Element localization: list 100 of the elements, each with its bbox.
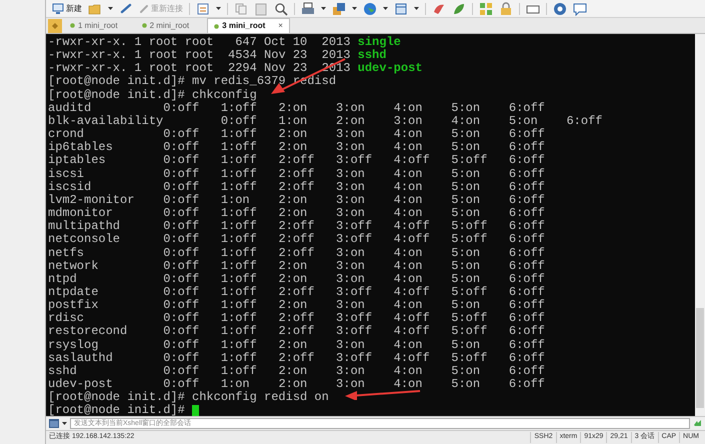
shell-prompt: [root@node init.d]# [48, 391, 185, 404]
service-name: rsyslog [48, 338, 100, 352]
runlevel-state: 5:on [451, 299, 480, 312]
status-dot-icon [70, 23, 75, 28]
runlevel-state: 2:off [278, 286, 316, 300]
leaf-icon[interactable] [452, 2, 466, 16]
runlevel-state: 1:off [220, 312, 258, 326]
runlevel-state: 4:on [394, 194, 424, 208]
runlevel-state: 3:on [336, 180, 366, 194]
caret-icon[interactable] [108, 7, 113, 10]
runlevel-state: 4:on [394, 260, 424, 273]
lock-icon[interactable] [499, 2, 513, 16]
scrollbar[interactable] [695, 34, 705, 416]
runlevel-state: 0:off [163, 325, 200, 339]
chat-bubble-icon[interactable] [573, 2, 587, 16]
runlevel-state: 3:on [336, 102, 366, 115]
runlevel-state: 0:off [163, 233, 200, 246]
runlevel-state: 1:off [220, 299, 258, 312]
folder-icon[interactable] [88, 2, 102, 16]
session-tab[interactable]: 2 mini_root [136, 18, 206, 33]
shell-prompt: [root@node init.d]# [48, 88, 185, 102]
session-tab[interactable]: 3 mini_root × [207, 18, 290, 33]
caret-icon[interactable] [383, 7, 388, 10]
runlevel-state: 4:on [394, 246, 424, 260]
runlevel-state: 6:off [508, 154, 546, 168]
runlevel-state: 5:on [508, 114, 539, 128]
runlevel-state: 0:off [163, 260, 200, 273]
runlevel-state: 1:off [220, 260, 258, 273]
settings-page-icon[interactable] [196, 2, 210, 16]
runlevel-state: 5:off [451, 220, 488, 234]
magnifier-icon[interactable] [274, 2, 288, 16]
tab-list-icon[interactable] [48, 18, 62, 32]
service-name: sshd [48, 364, 78, 378]
window-icon[interactable] [394, 2, 408, 16]
runlevel-state: 6:off [508, 299, 546, 312]
runlevel-state: 2:on [278, 207, 308, 220]
runlevel-state: 5:off [451, 325, 488, 339]
runlevel-state: 4:on [394, 364, 424, 378]
runlevel-state: 4:on [394, 141, 422, 154]
runlevel-state: 1:off [220, 207, 258, 220]
runlevel-state: 4:off [394, 286, 431, 300]
send-arrows-icon[interactable] [693, 419, 702, 428]
runlevel-state: 4:on [394, 168, 424, 181]
help-icon[interactable] [553, 2, 567, 16]
new-session-button[interactable]: 新建 [52, 3, 82, 14]
runlevel-state: 6:off [508, 102, 546, 115]
service-name: lvm2-monitor [48, 194, 136, 207]
runlevel-state: 5:on [451, 180, 482, 194]
service-name: blk-availability [48, 114, 164, 128]
runlevel-state: 5:on [451, 207, 480, 220]
service-name: ntpd [48, 272, 78, 286]
caret-icon[interactable] [216, 7, 221, 10]
runlevel-state: 5:on [451, 364, 482, 378]
runlevel-state: 6:off [508, 246, 546, 260]
runlevel-state: 2:off [278, 352, 316, 365]
runlevel-state: 2:on [278, 102, 308, 115]
runlevel-state: 0:off [163, 378, 200, 392]
runlevel-state: 5:on [451, 246, 482, 260]
runlevel-state: 6:off [508, 194, 546, 207]
runlevel-state: 0:off [163, 168, 200, 181]
runlevel-state: 6:off [508, 233, 546, 246]
caret-icon[interactable] [321, 7, 326, 10]
runlevel-state: 6:off [508, 128, 546, 142]
runlevel-state: 3:on [336, 194, 366, 208]
runlevel-state: 3:on [336, 378, 366, 392]
runlevel-state: 1:off [220, 154, 258, 168]
runlevel-state: 3:on [336, 260, 366, 273]
runlevel-state: 4:on [394, 299, 422, 312]
runlevel-state: 1:on [220, 194, 251, 207]
command-text: chkconfig [192, 88, 257, 102]
runlevel-state: 6:off [508, 286, 546, 299]
window-stack-icon[interactable] [332, 2, 346, 16]
service-name: netconsole [48, 233, 122, 246]
runlevel-state: 3:off [336, 233, 374, 246]
caret-icon[interactable] [414, 7, 419, 10]
runlevel-state: 2:on [278, 141, 308, 154]
grid-icon[interactable] [479, 2, 493, 16]
runlevel-state: 5:on [451, 102, 482, 115]
runlevel-state: 5:on [451, 168, 482, 181]
runlevel-state: 1:off [220, 220, 258, 234]
caret-icon[interactable] [352, 7, 357, 10]
printer-icon[interactable] [301, 2, 315, 16]
service-name: iptables [48, 154, 107, 168]
service-name: crond [48, 128, 84, 142]
runlevel-state: 5:on [451, 272, 482, 286]
runlevel-state: 0:off [163, 102, 200, 115]
caret-icon[interactable] [62, 422, 67, 425]
service-name: saslauthd [48, 352, 114, 365]
globe-icon[interactable] [363, 2, 377, 16]
runlevel-state: 3:on [336, 141, 365, 154]
runlevel-state: 6:off [508, 220, 546, 234]
runlevel-state: 2:off [278, 220, 316, 234]
runlevel-state: 3:off [336, 325, 374, 339]
close-tab-button[interactable]: × [278, 22, 283, 30]
runlevel-state: 0:off [163, 312, 200, 326]
clipboard-icon[interactable] [254, 2, 268, 16]
runlevel-state: 6:off [508, 352, 546, 365]
runlevel-state: 2:off [278, 168, 316, 181]
runlevel-state: 6:off [508, 260, 546, 273]
session-tab[interactable]: 1 mini_root [64, 18, 134, 33]
